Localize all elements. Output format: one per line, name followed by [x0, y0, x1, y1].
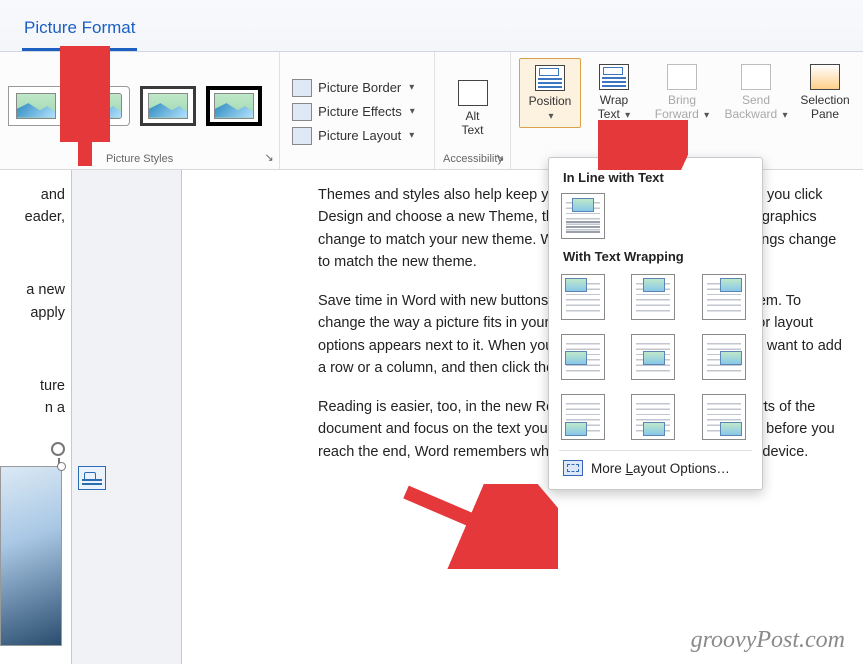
- picture-effects-icon: [292, 103, 312, 121]
- position-middle-left[interactable]: [561, 334, 605, 380]
- picture-layout-icon: [292, 127, 312, 145]
- group-picture-adjust: Picture Border▾ Picture Effects▾ Picture…: [280, 52, 435, 169]
- selected-picture[interactable]: [0, 466, 116, 646]
- ribbon: Picture Styles ↘ Picture Border▾ Picture…: [0, 52, 863, 170]
- position-bottom-right[interactable]: [702, 394, 746, 440]
- picture-style-thumb-3[interactable]: [140, 86, 196, 126]
- picture-style-thumb-4[interactable]: [206, 86, 262, 126]
- dropdown-section-inline: In Line with Text: [563, 170, 752, 185]
- alt-text-button[interactable]: Alt Text: [443, 74, 502, 138]
- position-top-left[interactable]: [561, 274, 605, 320]
- position-bottom-left[interactable]: [561, 394, 605, 440]
- group-picture-styles: Picture Styles ↘: [0, 52, 280, 169]
- position-inline[interactable]: [561, 193, 605, 239]
- position-button[interactable]: Position▾: [519, 58, 581, 128]
- more-layout-options[interactable]: More Layout Options…: [559, 450, 752, 483]
- wrap-text-icon: [599, 64, 629, 90]
- bring-forward-button[interactable]: Bring Forward ▾: [647, 58, 717, 122]
- chevron-down-icon: ▾: [410, 106, 415, 117]
- annotation-arrow-1: [60, 46, 110, 176]
- group-accessibility: Alt Text Accessibility ↘: [435, 52, 511, 169]
- chevron-down-icon: ▾: [548, 111, 553, 122]
- position-middle-right[interactable]: [702, 334, 746, 380]
- position-dropdown: In Line with Text With Text Wrapping Mor…: [548, 157, 763, 490]
- position-top-center[interactable]: [631, 274, 675, 320]
- send-backward-icon: [741, 64, 771, 90]
- dialog-launcher-accessibility[interactable]: ↘: [493, 152, 507, 166]
- annotation-arrow-2: [598, 120, 688, 170]
- picture-effects-button[interactable]: Picture Effects▾: [288, 101, 419, 123]
- chevron-down-icon: ▾: [409, 130, 414, 141]
- tab-strip: Picture Format: [0, 0, 863, 52]
- chevron-down-icon: ▾: [409, 82, 414, 93]
- layout-options-icon: [563, 460, 583, 476]
- selection-pane-icon: [810, 64, 840, 90]
- send-backward-button[interactable]: Send Backward ▾: [719, 58, 793, 122]
- resize-handle-tr[interactable]: [57, 462, 66, 471]
- picture-border-icon: [292, 79, 312, 97]
- picture-border-button[interactable]: Picture Border▾: [288, 77, 419, 99]
- dropdown-section-wrap: With Text Wrapping: [563, 249, 752, 264]
- position-top-right[interactable]: [702, 274, 746, 320]
- alt-text-icon: [458, 80, 488, 106]
- wrap-text-button[interactable]: Wrap Text ▾: [583, 58, 645, 122]
- group-label-picture-styles: Picture Styles: [8, 153, 271, 167]
- layout-options-chip[interactable]: [78, 466, 106, 490]
- position-bottom-center[interactable]: [631, 394, 675, 440]
- picture-style-thumb-1[interactable]: [8, 86, 64, 126]
- annotation-arrow-3: [398, 484, 558, 569]
- picture-layout-button[interactable]: Picture Layout▾: [288, 125, 419, 147]
- chevron-down-icon: ▾: [783, 110, 788, 121]
- position-icon: [535, 65, 565, 91]
- watermark: groovyPost.com: [691, 627, 845, 654]
- bring-forward-icon: [667, 64, 697, 90]
- rotate-handle[interactable]: [51, 442, 65, 456]
- selection-pane-button[interactable]: Selection Pane: [795, 58, 855, 122]
- dialog-launcher-styles[interactable]: ↘: [262, 152, 276, 166]
- position-middle-center[interactable]: [631, 334, 675, 380]
- chevron-down-icon: ▾: [704, 110, 709, 121]
